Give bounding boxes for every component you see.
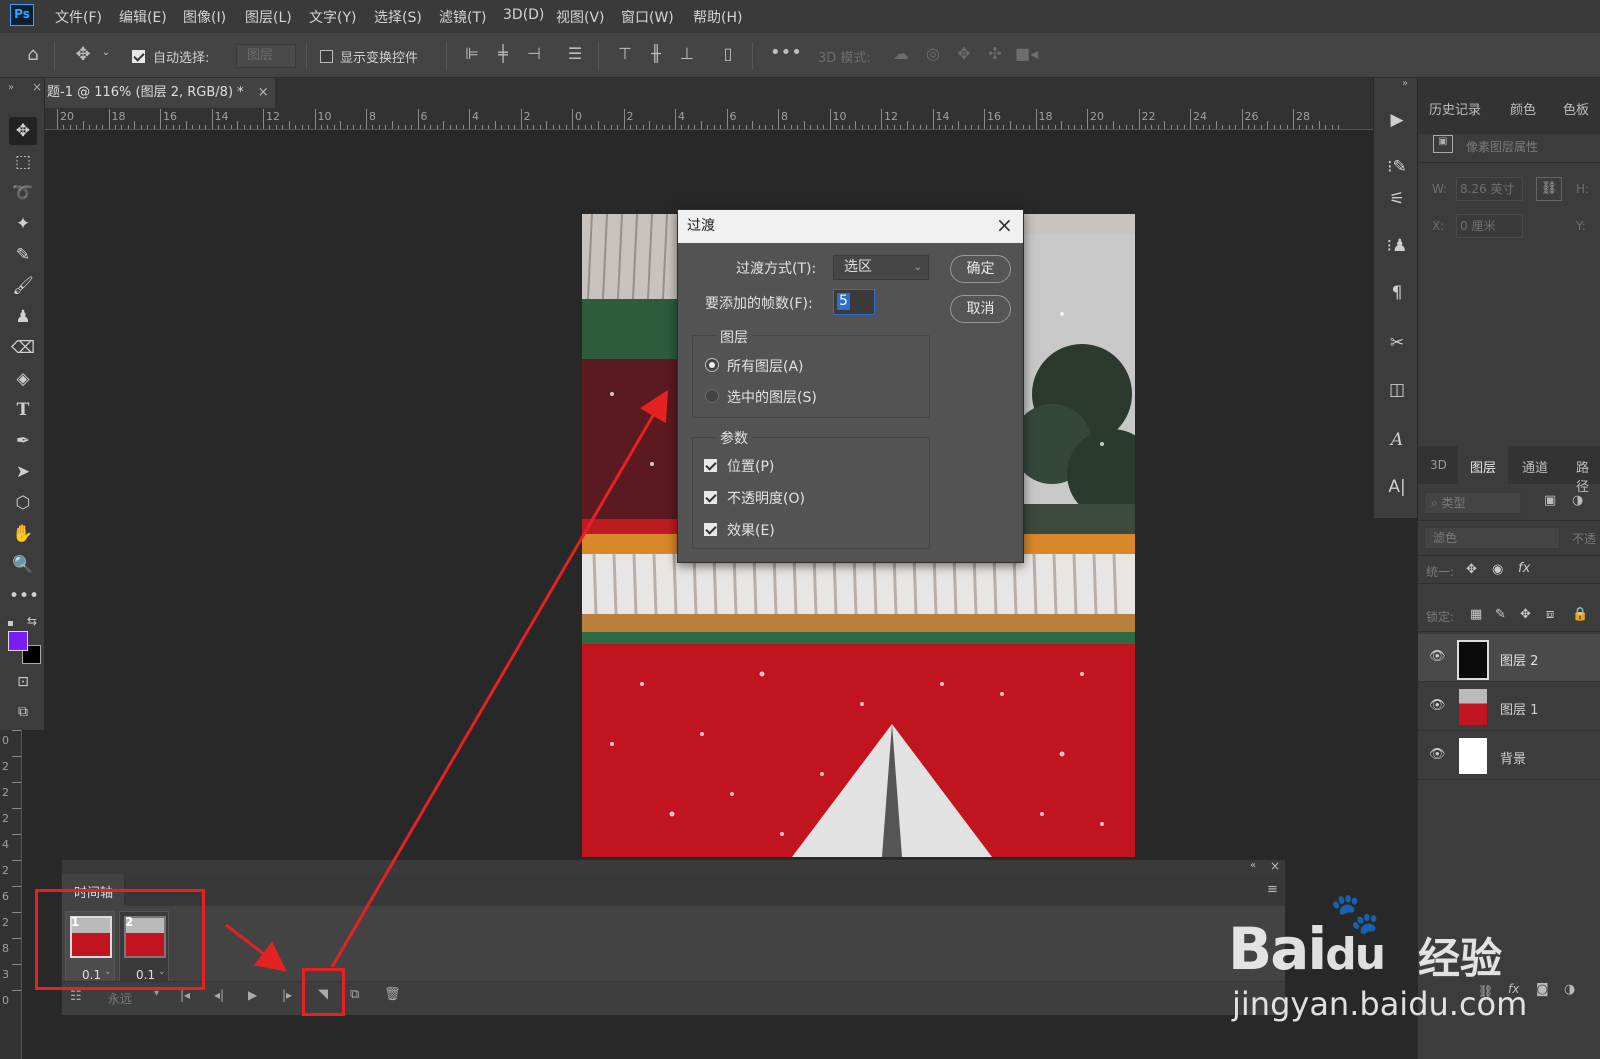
- watermark-url: jingyan.baidu.com: [1232, 985, 1528, 1023]
- photoshop-window: Ps 文件(F) 编辑(E) 图像(I) 图层(L) 文字(Y) 选择(S) 滤…: [0, 0, 1600, 1059]
- watermark-bai: Bai: [1228, 915, 1327, 983]
- watermark-suffix: 经验: [1418, 934, 1503, 983]
- paw-icon: 🐾: [1330, 891, 1380, 937]
